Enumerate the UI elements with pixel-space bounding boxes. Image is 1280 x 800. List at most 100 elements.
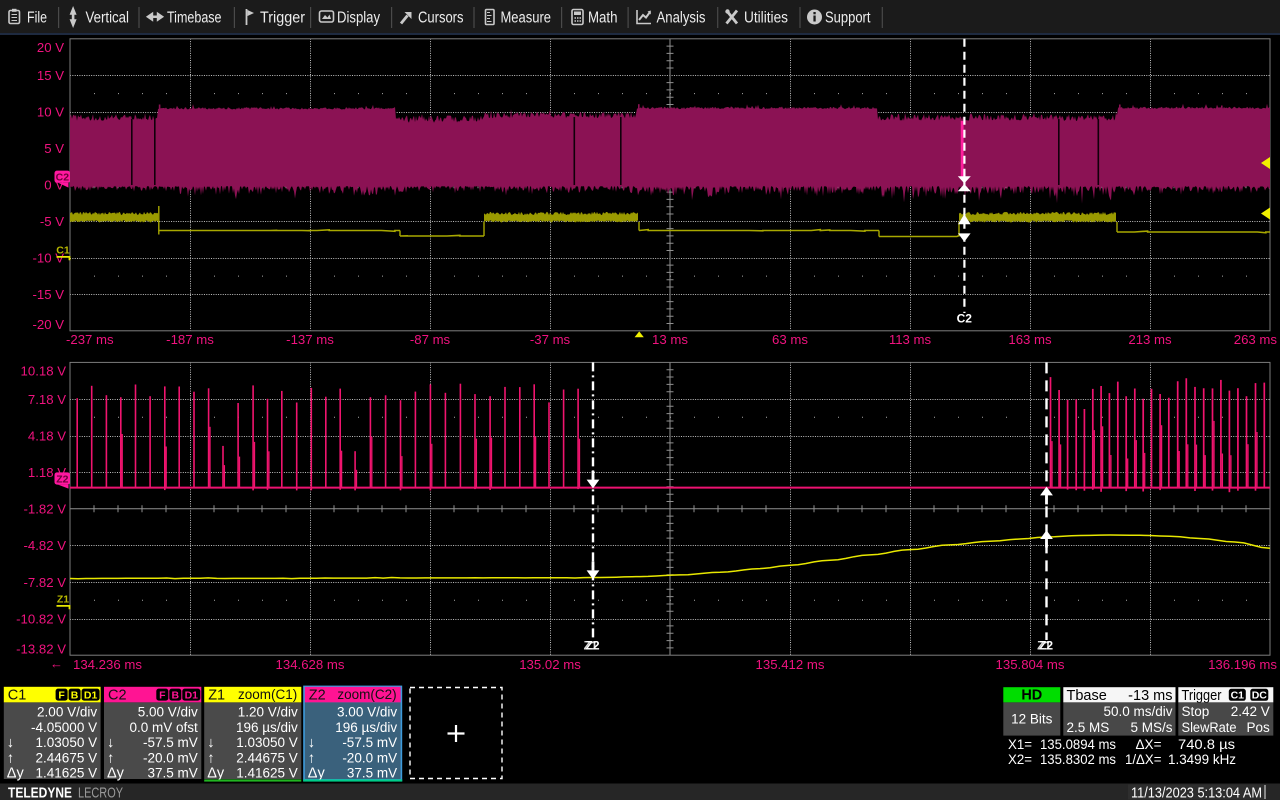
svg-text:Cursors: Cursors bbox=[418, 10, 464, 27]
svg-text:Vertical: Vertical bbox=[86, 10, 130, 27]
svg-text:↓: ↓ bbox=[7, 735, 14, 751]
svg-text:196 µs/div: 196 µs/div bbox=[236, 720, 298, 735]
svg-text:2.5 MS: 2.5 MS bbox=[1067, 720, 1110, 735]
svg-text:10 V: 10 V bbox=[37, 105, 64, 120]
svg-text:Utilities: Utilities bbox=[744, 10, 788, 27]
svg-text:1.3499 kHz: 1.3499 kHz bbox=[1168, 751, 1236, 767]
svg-text:HD: HD bbox=[1021, 688, 1042, 704]
svg-text:X1=: X1= bbox=[1008, 736, 1032, 752]
svg-text:↓: ↓ bbox=[107, 735, 114, 751]
svg-text:135.804 ms: 135.804 ms bbox=[996, 657, 1065, 672]
svg-text:SlewRate: SlewRate bbox=[1182, 720, 1237, 735]
svg-text:12 Bits: 12 Bits bbox=[1011, 712, 1053, 727]
svg-text:5 V: 5 V bbox=[44, 141, 64, 156]
svg-text:F: F bbox=[159, 689, 166, 701]
svg-text:D1: D1 bbox=[84, 689, 98, 701]
svg-text:263 ms: 263 ms bbox=[1234, 332, 1278, 347]
svg-text:7.18 V: 7.18 V bbox=[28, 392, 66, 407]
svg-text:D1: D1 bbox=[185, 689, 199, 701]
svg-text:C2: C2 bbox=[56, 172, 70, 184]
svg-text:TELEDYNE: TELEDYNE bbox=[8, 785, 72, 800]
svg-text:C1: C1 bbox=[1231, 690, 1245, 702]
svg-text:213 ms: 213 ms bbox=[1128, 332, 1172, 347]
svg-text:Z1: Z1 bbox=[57, 594, 69, 606]
svg-text:10.18 V: 10.18 V bbox=[21, 364, 67, 379]
svg-text:-187 ms: -187 ms bbox=[166, 332, 214, 347]
svg-text:Z1: Z1 bbox=[1037, 639, 1051, 653]
svg-text:-13 ms: -13 ms bbox=[1128, 688, 1172, 704]
svg-text:C2: C2 bbox=[957, 312, 973, 326]
svg-text:-7.82 V: -7.82 V bbox=[23, 575, 66, 590]
svg-text:Measure: Measure bbox=[501, 10, 552, 27]
svg-text:zoom(C1): zoom(C1) bbox=[238, 687, 297, 702]
svg-text:Support: Support bbox=[825, 10, 871, 27]
svg-text:0.0 mV ofst: 0.0 mV ofst bbox=[130, 720, 199, 735]
svg-text:Trigger: Trigger bbox=[260, 10, 305, 27]
svg-text:↑: ↑ bbox=[7, 750, 14, 766]
svg-text:Timebase: Timebase bbox=[167, 10, 222, 27]
svg-text:-57.5 mV: -57.5 mV bbox=[342, 735, 397, 750]
svg-text:-237 ms: -237 ms bbox=[66, 332, 114, 347]
svg-text:135.0894 ms: 135.0894 ms bbox=[1040, 736, 1116, 752]
svg-text:F: F bbox=[58, 689, 65, 701]
svg-text:C1: C1 bbox=[56, 245, 70, 257]
svg-text:Z2: Z2 bbox=[56, 473, 68, 485]
svg-text:2.44675 V: 2.44675 V bbox=[36, 750, 98, 765]
svg-text:Math: Math bbox=[588, 10, 618, 27]
svg-text:50.0 ms/div: 50.0 ms/div bbox=[1103, 704, 1172, 719]
svg-text:2.42 V: 2.42 V bbox=[1231, 704, 1270, 719]
svg-text:5 MS/s: 5 MS/s bbox=[1130, 720, 1172, 735]
svg-text:Δy: Δy bbox=[207, 766, 225, 782]
svg-text:C1: C1 bbox=[8, 687, 27, 703]
svg-text:-87 ms: -87 ms bbox=[410, 332, 451, 347]
svg-text:-37 ms: -37 ms bbox=[530, 332, 571, 347]
svg-text:↑: ↑ bbox=[107, 750, 114, 766]
svg-text:134.628 ms: 134.628 ms bbox=[276, 657, 345, 672]
svg-text:↑: ↑ bbox=[207, 750, 214, 766]
svg-text:Z1: Z1 bbox=[208, 687, 225, 703]
svg-text:20 V: 20 V bbox=[37, 40, 64, 55]
svg-text:DC: DC bbox=[1252, 690, 1268, 702]
svg-text:-1.82 V: -1.82 V bbox=[23, 502, 66, 517]
svg-text:File: File bbox=[27, 10, 47, 27]
svg-text:Display: Display bbox=[337, 10, 380, 27]
svg-text:B: B bbox=[172, 689, 180, 701]
svg-text:-57.5 mV: -57.5 mV bbox=[143, 735, 198, 750]
svg-text:Pos: Pos bbox=[1247, 720, 1271, 735]
svg-text:37.5 mV: 37.5 mV bbox=[148, 766, 198, 781]
svg-text:163 ms: 163 ms bbox=[1008, 332, 1052, 347]
svg-text:1.41625 V: 1.41625 V bbox=[236, 766, 298, 781]
svg-text:63 ms: 63 ms bbox=[772, 332, 808, 347]
svg-text:113 ms: 113 ms bbox=[889, 332, 932, 347]
svg-text:Δy: Δy bbox=[308, 766, 326, 782]
svg-text:↓: ↓ bbox=[308, 735, 315, 751]
svg-text:740.8 µs: 740.8 µs bbox=[1178, 736, 1235, 752]
svg-text:Analysis: Analysis bbox=[657, 10, 706, 27]
svg-text:1.20 V/div: 1.20 V/div bbox=[238, 705, 298, 720]
svg-text:-4.05000 V: -4.05000 V bbox=[31, 720, 97, 735]
svg-text:-13.82 V: -13.82 V bbox=[16, 642, 66, 657]
svg-text:134.236 ms: 134.236 ms bbox=[73, 657, 142, 672]
svg-text:Trigger: Trigger bbox=[1182, 688, 1222, 704]
svg-text:zoom(C2): zoom(C2) bbox=[337, 687, 396, 702]
svg-text:4.18 V: 4.18 V bbox=[28, 428, 66, 443]
svg-text:1/ΔX=: 1/ΔX= bbox=[1125, 751, 1162, 767]
svg-text:-5 V: -5 V bbox=[40, 214, 64, 229]
svg-text:37.5 mV: 37.5 mV bbox=[347, 766, 397, 781]
svg-text:C2: C2 bbox=[108, 687, 127, 703]
svg-text:Tbase: Tbase bbox=[1067, 688, 1107, 704]
svg-text:136.196 ms: 136.196 ms bbox=[1208, 657, 1277, 672]
svg-text:B: B bbox=[71, 689, 79, 701]
svg-text:3.00 V/div: 3.00 V/div bbox=[337, 705, 397, 720]
svg-text:↓: ↓ bbox=[207, 735, 214, 751]
svg-text:Z2: Z2 bbox=[309, 687, 326, 703]
svg-text:11/13/2023 5:13:04 AM: 11/13/2023 5:13:04 AM bbox=[1131, 786, 1262, 800]
svg-text:ΔX=: ΔX= bbox=[1136, 736, 1162, 752]
svg-text:1.03050 V: 1.03050 V bbox=[236, 735, 298, 750]
svg-text:2.44675 V: 2.44675 V bbox=[236, 750, 298, 765]
svg-text:13 ms: 13 ms bbox=[652, 332, 688, 347]
svg-text:LECROY: LECROY bbox=[78, 785, 123, 800]
svg-text:-4.82 V: -4.82 V bbox=[23, 538, 66, 553]
svg-text:2.00 V/div: 2.00 V/div bbox=[37, 705, 97, 720]
svg-text:-20.0 mV: -20.0 mV bbox=[143, 750, 198, 765]
